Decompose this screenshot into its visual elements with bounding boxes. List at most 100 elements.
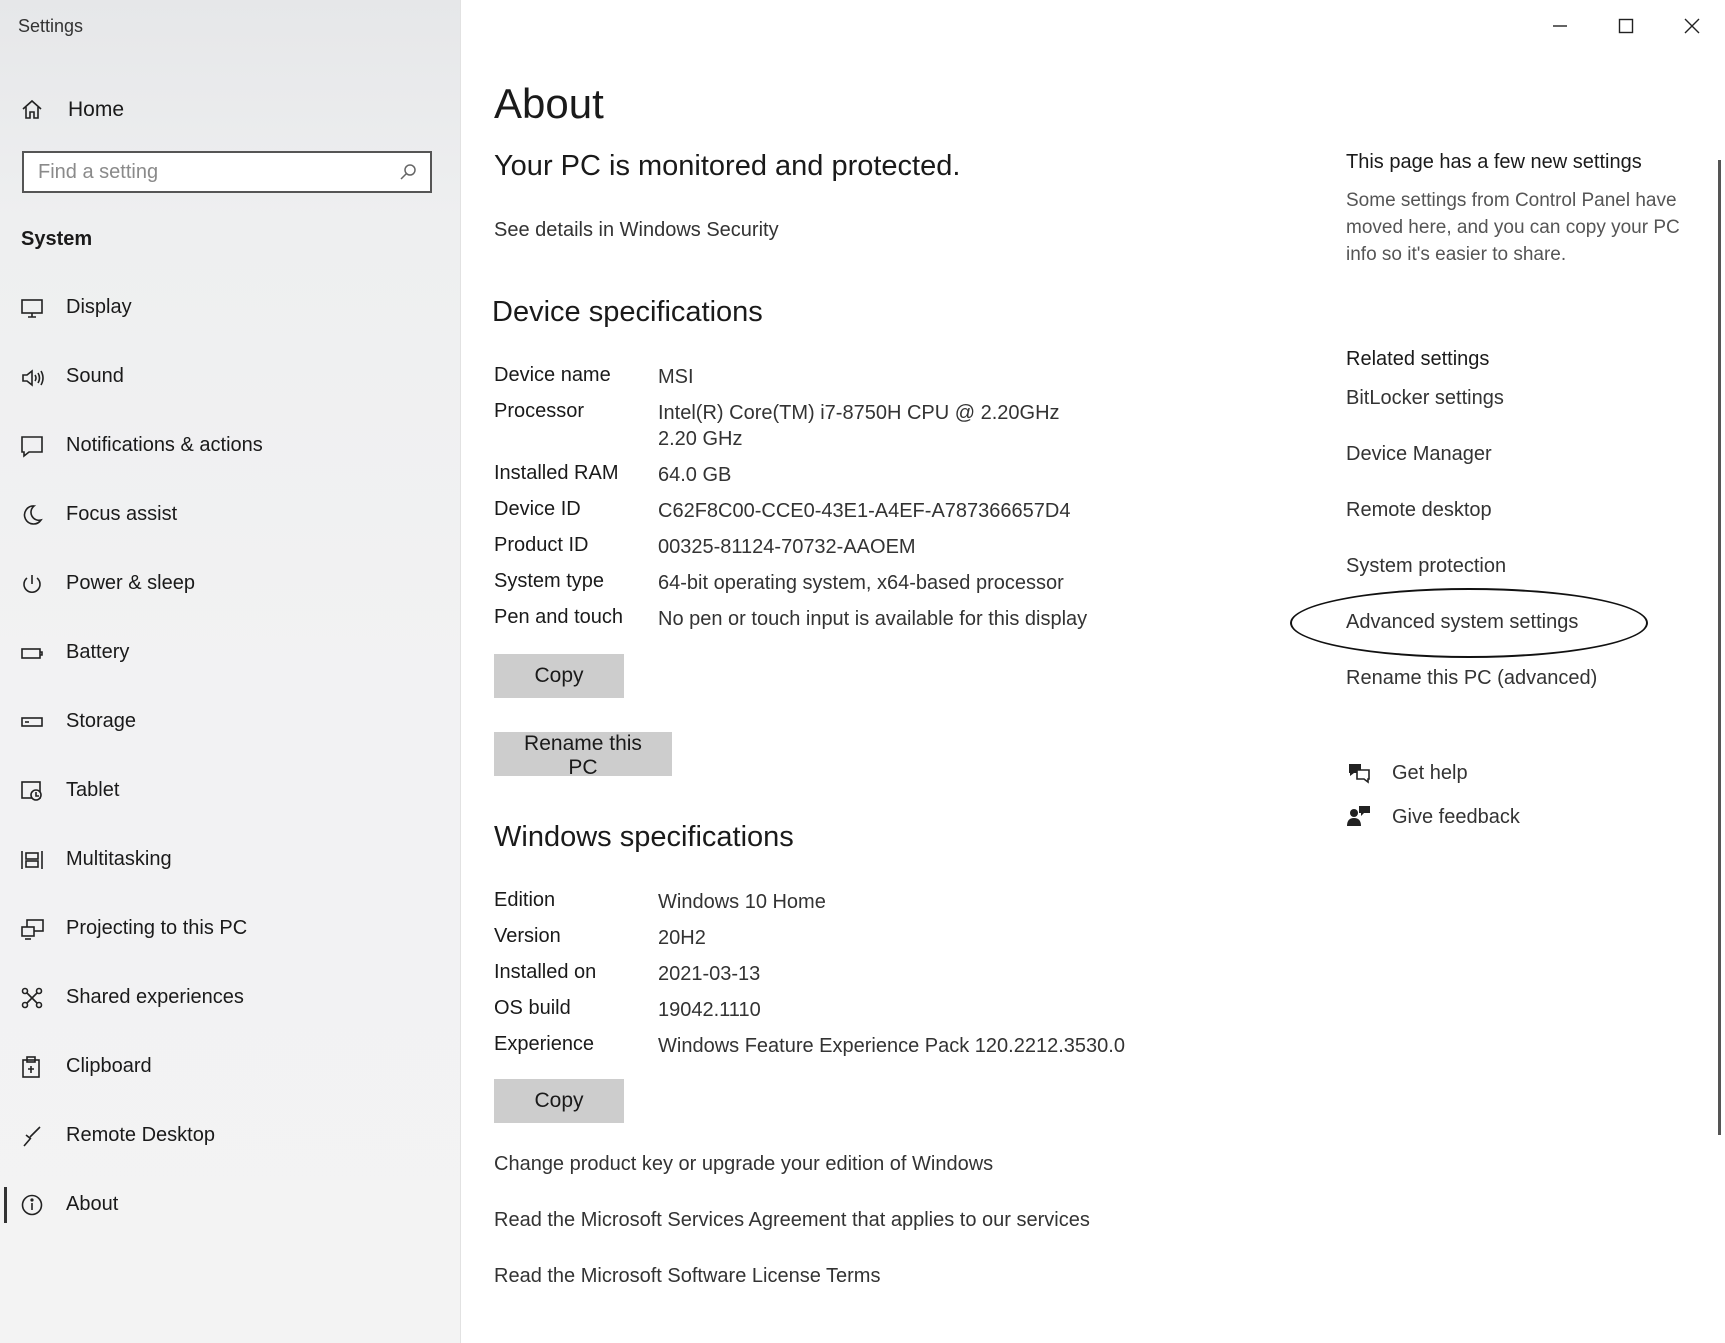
spec-key: Processor: [494, 400, 585, 422]
sidebar-item-tablet[interactable]: Tablet: [0, 777, 460, 846]
security-details-link[interactable]: See details in Windows Security: [494, 219, 779, 242]
spec-value: C62F8C00-CCE0-43E1-A4EF-A787366657D4: [658, 500, 1071, 522]
sidebar-item-projecting[interactable]: Projecting to this PC: [0, 915, 460, 984]
sidebar-item-label: Sound: [66, 365, 124, 387]
sidebar-item-focus-assist[interactable]: Focus assist: [0, 501, 460, 570]
spec-key: Version: [494, 925, 561, 947]
sidebar-item-remote-desktop[interactable]: Remote Desktop: [0, 1122, 460, 1191]
table-row: Pen and touch No pen or touch input is av…: [494, 606, 1098, 642]
get-help-link[interactable]: Get help: [1346, 760, 1468, 786]
table-row: Product ID 00325-81124-70732-AAOEM: [494, 534, 1098, 570]
battery-icon: [21, 648, 43, 659]
sidebar-item-power-sleep[interactable]: Power & sleep: [0, 570, 460, 639]
maximize-button[interactable]: [1593, 0, 1659, 52]
minimize-button[interactable]: [1527, 0, 1593, 52]
device-specs-table: Device name MSI Processor Intel(R) Core(TM…: [494, 364, 1098, 642]
home-nav-item[interactable]: Home: [20, 92, 124, 128]
windows-specs-table: Edition Windows 10 Home Version 20H2 Insta…: [494, 889, 1125, 1069]
spec-key: Device name: [494, 364, 611, 386]
services-agreement-link[interactable]: Read the Microsoft Services Agreement th…: [494, 1209, 1090, 1232]
clipboard-icon: [22, 1056, 40, 1078]
sidebar-item-label: Clipboard: [66, 1055, 152, 1077]
info-icon: [21, 1194, 43, 1216]
sidebar-item-label: Projecting to this PC: [66, 917, 248, 939]
device-manager-link[interactable]: Device Manager: [1346, 443, 1492, 466]
sidebar-item-display[interactable]: Display: [0, 294, 460, 363]
spec-value: Windows Feature Experience Pack 120.2212…: [658, 1035, 1125, 1057]
bitlocker-settings-link[interactable]: BitLocker settings: [1346, 387, 1504, 410]
app-title: Settings: [18, 16, 84, 36]
give-feedback-link[interactable]: Give feedback: [1346, 804, 1520, 830]
remote-desktop-link[interactable]: Remote desktop: [1346, 499, 1492, 522]
close-icon: [1684, 18, 1700, 34]
related-settings-heading: Related settings: [1346, 348, 1490, 370]
spec-key: Installed on: [494, 961, 597, 983]
spec-value: Windows 10 Home: [658, 891, 826, 913]
power-icon: [23, 575, 41, 593]
sidebar-item-about[interactable]: About: [0, 1187, 460, 1260]
spec-value: 00325-81124-70732-AAOEM: [658, 536, 916, 558]
search-icon[interactable]: [398, 162, 418, 182]
home-label: Home: [68, 98, 125, 121]
copy-windows-specs-button[interactable]: Copy: [494, 1079, 624, 1123]
spec-key: Installed RAM: [494, 462, 619, 484]
rename-pc-button[interactable]: Rename this PC: [494, 732, 672, 779]
copy-device-specs-button[interactable]: Copy: [494, 654, 624, 698]
spec-value: 2021-03-13: [658, 963, 761, 985]
search-box[interactable]: [22, 151, 432, 193]
table-row: Experience Windows Feature Experience Pac…: [494, 1033, 1125, 1069]
rename-pc-advanced-link[interactable]: Rename this PC (advanced): [1346, 667, 1597, 690]
tablet-icon: [21, 781, 42, 801]
sidebar-item-shared-experiences[interactable]: Shared experiences: [0, 984, 460, 1053]
change-product-key-link[interactable]: Change product key or upgrade your editi…: [494, 1153, 993, 1176]
system-protection-link[interactable]: System protection: [1346, 555, 1506, 578]
device-specs-heading: Device specifications: [492, 296, 763, 328]
sidebar-item-label: Display: [66, 296, 132, 318]
sidebar-item-notifications[interactable]: Notifications & actions: [0, 432, 460, 501]
sidebar-item-label: Tablet: [66, 779, 120, 801]
page-title: About: [494, 80, 604, 127]
spec-key: Product ID: [494, 534, 589, 556]
notice-text: Some settings from Control Panel have mo…: [1346, 190, 1680, 265]
sidebar-item-sound[interactable]: Sound: [0, 363, 460, 432]
multitasking-icon: [21, 851, 43, 869]
spec-value: MSI: [658, 366, 694, 388]
close-button[interactable]: [1659, 0, 1725, 52]
storage-icon: [21, 717, 43, 727]
focus-assist-icon: [23, 505, 43, 525]
give-feedback-label: Give feedback: [1392, 805, 1520, 828]
spec-value: 64.0 GB: [658, 464, 732, 486]
spec-key: OS build: [494, 997, 571, 1019]
window-controls: [1527, 0, 1725, 52]
sidebar-item-label: About: [66, 1193, 119, 1215]
scrollbar[interactable]: [1718, 160, 1721, 1135]
minimize-icon: [1553, 25, 1567, 27]
spec-value: 64-bit operating system, x64-based proce…: [658, 572, 1064, 594]
windows-specs-heading: Windows specifications: [494, 821, 794, 853]
display-icon: [21, 299, 43, 318]
protection-status: Your PC is monitored and protected.: [494, 150, 961, 182]
give-feedback-icon: [1347, 806, 1370, 826]
shared-experiences-icon: [21, 987, 43, 1009]
table-row: Device name MSI: [494, 364, 1098, 400]
highlight-ellipse: [1290, 588, 1648, 658]
sidebar-item-label: Notifications & actions: [66, 434, 263, 456]
sidebar-item-storage[interactable]: Storage: [0, 708, 460, 777]
sidebar: Settings Home System Display Sound Notif…: [0, 0, 461, 1343]
sound-icon: [22, 369, 44, 387]
table-row: Edition Windows 10 Home: [494, 889, 1125, 925]
spec-key: Device ID: [494, 498, 581, 520]
sidebar-item-label: Shared experiences: [66, 986, 244, 1008]
table-row: OS build 19042.1110: [494, 997, 1125, 1033]
sidebar-item-label: Remote Desktop: [66, 1124, 215, 1146]
sidebar-item-multitasking[interactable]: Multitasking: [0, 846, 460, 915]
sidebar-item-battery[interactable]: Battery: [0, 639, 460, 708]
sidebar-nav: Display Sound Notifications & actions Fo…: [0, 294, 460, 1260]
sidebar-item-label: Battery: [66, 641, 130, 663]
spec-key: Experience: [494, 1033, 595, 1055]
license-terms-link[interactable]: Read the Microsoft Software License Term…: [494, 1265, 880, 1288]
notifications-icon: [21, 436, 43, 458]
table-row: Device ID C62F8C00-CCE0-43E1-A4EF-A787366…: [494, 498, 1098, 534]
sidebar-item-clipboard[interactable]: Clipboard: [0, 1053, 460, 1122]
search-input[interactable]: [24, 159, 398, 185]
